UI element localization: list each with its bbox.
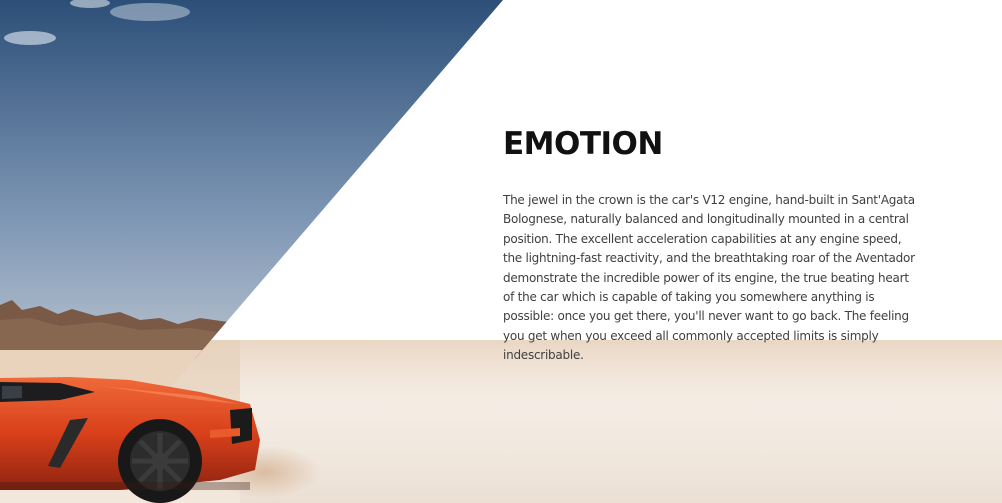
section-title: EMOTION xyxy=(503,126,663,162)
section-body: The jewel in the crown is the car's V12 … xyxy=(503,193,915,363)
emotion-section: EMOTION The jewel in the crown is the ca… xyxy=(503,118,923,366)
